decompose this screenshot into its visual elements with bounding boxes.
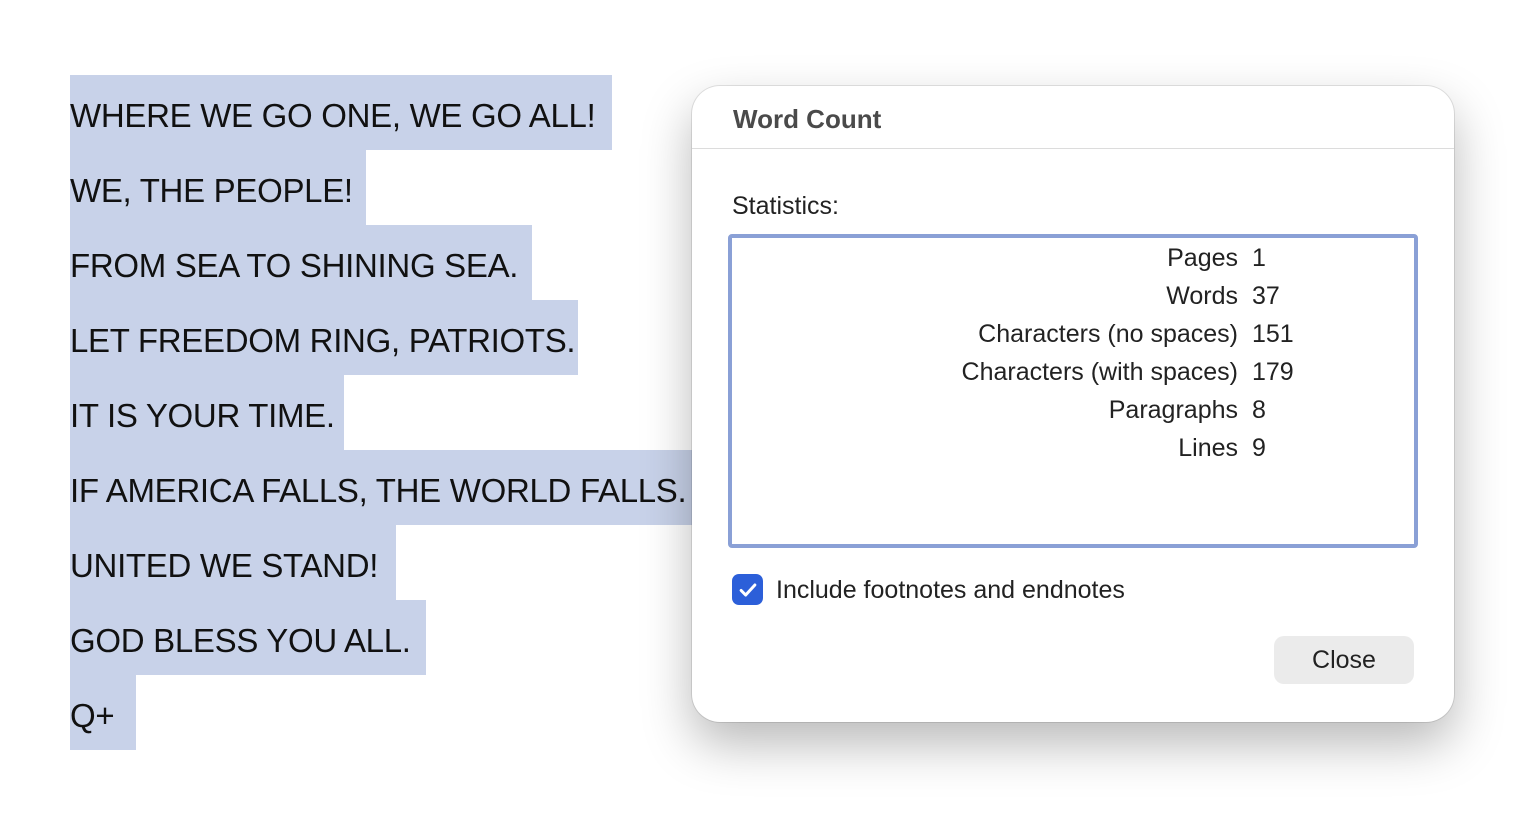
document-line[interactable]: WE, THE PEOPLE! bbox=[70, 150, 720, 225]
document-line-text: LET FREEDOM RING, PATRIOTS. bbox=[70, 322, 576, 359]
document-line-text: IF AMERICA FALLS, THE WORLD FALLS. bbox=[70, 472, 687, 509]
document-text-area[interactable]: WHERE WE GO ONE, WE GO ALL! WE, THE PEOP… bbox=[70, 75, 720, 750]
stat-value: 1 bbox=[1252, 244, 1266, 272]
document-line-text: IT IS YOUR TIME. bbox=[70, 397, 335, 434]
document-line-text: UNITED WE STAND! bbox=[70, 547, 379, 584]
word-count-dialog: Word Count Statistics: Pages 1 Words 37 … bbox=[692, 86, 1454, 722]
statistics-label: Statistics: bbox=[732, 192, 839, 220]
stat-row-characters-no-spaces: Characters (no spaces) 151 bbox=[732, 320, 1414, 358]
stat-name: Characters (with spaces) bbox=[961, 358, 1238, 386]
stat-value: 151 bbox=[1252, 320, 1294, 348]
document-line[interactable]: WHERE WE GO ONE, WE GO ALL! bbox=[70, 75, 720, 150]
stat-row-characters-with-spaces: Characters (with spaces) 179 bbox=[732, 358, 1414, 396]
document-line-text: FROM SEA TO SHINING SEA. bbox=[70, 247, 519, 284]
document-line-text: WHERE WE GO ONE, WE GO ALL! bbox=[70, 97, 596, 134]
stat-value: 9 bbox=[1252, 434, 1266, 462]
stat-row-paragraphs: Paragraphs 8 bbox=[732, 396, 1414, 434]
document-line[interactable]: GOD BLESS YOU ALL. bbox=[70, 600, 720, 675]
document-line-text: GOD BLESS YOU ALL. bbox=[70, 622, 411, 659]
document-line[interactable]: IT IS YOUR TIME. bbox=[70, 375, 720, 450]
document-line-text: WE, THE PEOPLE! bbox=[70, 172, 353, 209]
stat-value: 37 bbox=[1252, 282, 1280, 310]
checkmark-icon bbox=[739, 582, 756, 597]
close-button[interactable]: Close bbox=[1274, 636, 1414, 684]
document-line-text: Q+ bbox=[70, 697, 115, 734]
document-line[interactable]: FROM SEA TO SHINING SEA. bbox=[70, 225, 720, 300]
stat-row-pages: Pages 1 bbox=[732, 244, 1414, 282]
stat-name: Lines bbox=[1178, 434, 1238, 462]
statistics-list[interactable]: Pages 1 Words 37 Characters (no spaces) … bbox=[728, 234, 1418, 548]
include-footnotes-checkbox[interactable] bbox=[732, 574, 763, 605]
stat-row-lines: Lines 9 bbox=[732, 434, 1414, 472]
document-line[interactable]: Q+ bbox=[70, 675, 720, 750]
document-line[interactable]: IF AMERICA FALLS, THE WORLD FALLS. bbox=[70, 450, 720, 525]
stat-value: 179 bbox=[1252, 358, 1294, 386]
stat-value: 8 bbox=[1252, 396, 1266, 424]
document-line[interactable]: UNITED WE STAND! bbox=[70, 525, 720, 600]
include-footnotes-label[interactable]: Include footnotes and endnotes bbox=[776, 576, 1125, 605]
title-divider bbox=[692, 148, 1454, 149]
stat-name: Paragraphs bbox=[1108, 396, 1238, 424]
stat-name: Pages bbox=[1167, 244, 1238, 272]
dialog-title: Word Count bbox=[733, 104, 882, 134]
document-line[interactable]: LET FREEDOM RING, PATRIOTS. bbox=[70, 300, 720, 375]
stat-name: Words bbox=[1166, 282, 1238, 310]
stat-row-words: Words 37 bbox=[732, 282, 1414, 320]
stat-name: Characters (no spaces) bbox=[978, 320, 1238, 348]
